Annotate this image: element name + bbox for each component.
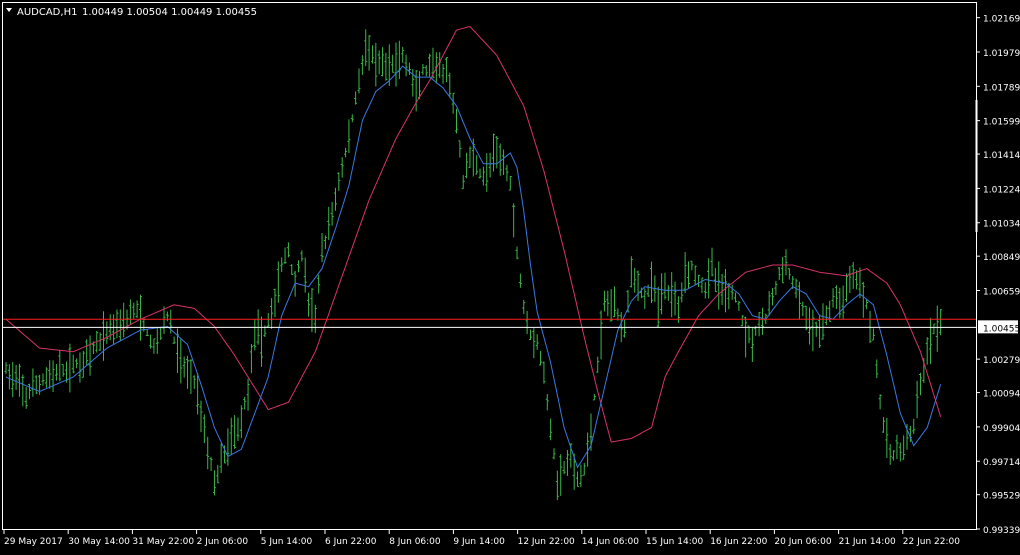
x-tick-label: 22 Jun 22:00	[903, 537, 960, 547]
x-tick-label: 20 Jun 06:00	[774, 537, 831, 547]
current-price-label: 1.00455	[983, 324, 1020, 334]
x-tick-label: 29 May 2017	[4, 537, 63, 547]
chart-root: 1.02169 1.01979 1.01789 1.01599 1.01414 1.012…	[0, 0, 1020, 551]
x-tick-label: 30 May 14:00	[68, 537, 130, 547]
chart-background	[0, 0, 1020, 551]
y-tick-label: 1.02169	[983, 15, 1020, 25]
x-tick-label: 16 Jun 22:00	[710, 537, 767, 547]
x-tick-label: 5 Jun 14:00	[261, 537, 313, 547]
y-tick-label: 0.99714	[983, 458, 1020, 468]
y-tick-label: 0.99904	[983, 424, 1020, 434]
ohlc-values: 1.00449 1.00504 1.00449 1.00455	[82, 7, 257, 18]
y-tick-label: 1.01414	[983, 151, 1020, 161]
x-tick-label: 6 Jun 22:00	[325, 537, 377, 547]
x-tick-label: 14 Jun 06:00	[582, 537, 639, 547]
chart-header: AUDCAD,H1 1.00449 1.00504 1.00449 1.0045…	[6, 7, 257, 18]
x-tick-label: 2 Jun 06:00	[197, 537, 249, 547]
y-tick-label: 1.00659	[983, 287, 1020, 297]
y-tick-label: 1.01034	[983, 220, 1020, 230]
x-tick-label: 21 Jun 14:00	[839, 537, 896, 547]
x-tick-label: 12 Jun 22:00	[518, 537, 575, 547]
x-tick-label: 8 Jun 06:00	[389, 537, 441, 547]
x-tick-label: 9 Jun 14:00	[453, 537, 505, 547]
y-tick-label: 0.99529	[983, 492, 1020, 502]
symbol-label: AUDCAD,H1	[17, 7, 77, 18]
y-tick-label: 1.01224	[983, 185, 1020, 195]
y-tick-label: 1.00279	[983, 356, 1020, 366]
y-tick-label: 1.00849	[983, 253, 1020, 263]
x-tick-label: 15 Jun 14:00	[646, 537, 703, 547]
y-tick-label: 1.00094	[983, 390, 1020, 400]
y-tick-label: 1.01979	[983, 49, 1020, 59]
y-tick-label: 1.01789	[983, 83, 1020, 93]
chart-svg[interactable]: 1.02169 1.01979 1.01789 1.01599 1.01414 1.012…	[0, 0, 1020, 551]
y-tick-label: 0.99339	[983, 526, 1020, 536]
y-tick-label: 1.01599	[983, 118, 1020, 128]
x-tick-label: 31 May 22:00	[132, 537, 194, 547]
